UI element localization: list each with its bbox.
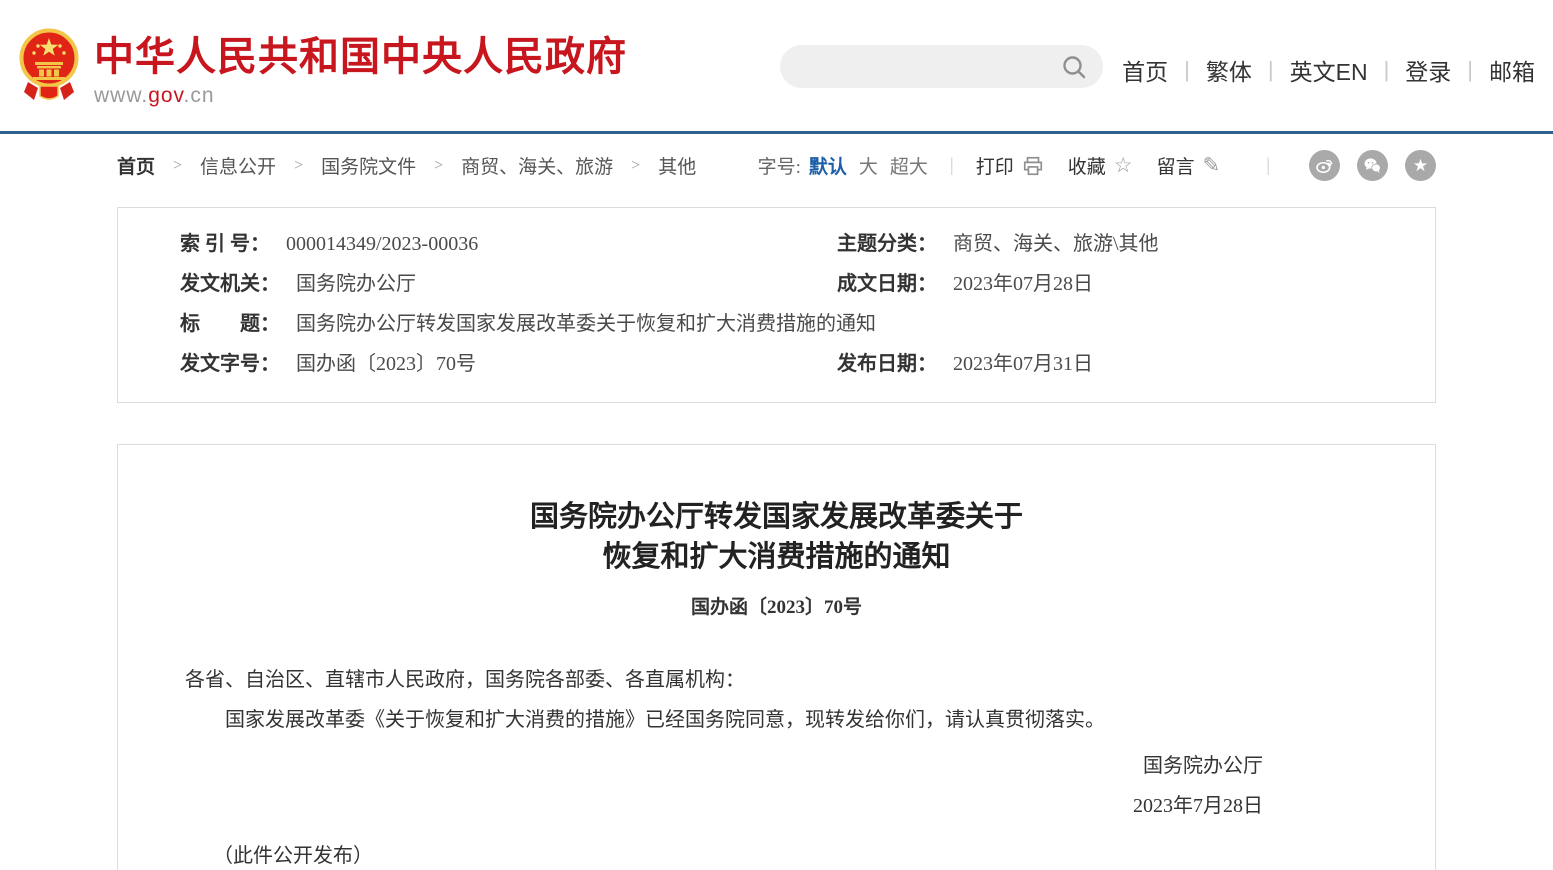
breadcrumb-info-disclosure[interactable]: 信息公开: [200, 152, 276, 179]
document-signer: 国务院办公厅: [118, 746, 1263, 786]
weibo-share-button[interactable]: [1309, 150, 1340, 181]
nav-home[interactable]: 首页: [1120, 53, 1170, 87]
site-url-www: www.: [94, 84, 148, 107]
comment-button[interactable]: 留言 ✎: [1157, 152, 1221, 179]
meta-date-written-row: 成文日期： 2023年07月28日: [837, 264, 1395, 304]
favorite-button[interactable]: 收藏 ☆: [1068, 152, 1133, 179]
font-size-default-button[interactable]: 默认: [809, 152, 847, 179]
site-header: 中华人民共和国中央人民政府 www.gov.cn 首页 | 繁体 | 英文EN …: [0, 0, 1553, 131]
page-toolbar: 字号: 默认 大 超大 | 打印 收藏 ☆ 留言 ✎ |: [758, 150, 1436, 181]
nav-separator: |: [1467, 57, 1473, 83]
nav-traditional[interactable]: 繁体: [1204, 53, 1254, 87]
breadcrumb-other[interactable]: 其他: [658, 152, 696, 179]
search-icon[interactable]: [1061, 54, 1087, 80]
nav-separator: |: [1268, 57, 1274, 83]
document-title-line2: 恢复和扩大消费措施的通知: [118, 537, 1435, 577]
site-url-gov: gov: [148, 84, 183, 107]
document-footnote: （此件公开发布）: [118, 839, 1435, 868]
search-box: [780, 45, 1103, 88]
document-title-line1: 国务院办公厅转发国家发展改革委关于: [118, 497, 1435, 537]
meta-agency-label: 发文机关：: [180, 264, 280, 304]
site-url-cn: .cn: [184, 84, 215, 107]
comment-label: 留言: [1157, 152, 1195, 179]
meta-title-label: 标 题：: [180, 304, 280, 344]
meta-agency-row: 发文机关： 国务院办公厅: [180, 264, 837, 304]
meta-date-written-value: 2023年07月28日: [953, 264, 1093, 304]
star-icon: ☆: [1114, 155, 1133, 176]
toolbar-separator: |: [950, 155, 954, 177]
favorite-label: 收藏: [1068, 152, 1106, 179]
breadcrumb-state-council-docs[interactable]: 国务院文件: [321, 152, 416, 179]
nav-mail[interactable]: 邮箱: [1487, 53, 1537, 87]
share-star-icon: ★: [1413, 157, 1428, 174]
meta-title-value: 国务院办公厅转发国家发展改革委关于恢复和扩大消费措施的通知: [296, 304, 876, 344]
nav-english[interactable]: 英文EN: [1288, 53, 1370, 87]
meta-index-row: 索 引 号： 000014349/2023-00036: [180, 224, 837, 264]
printer-icon: [1022, 155, 1044, 177]
meta-index-label: 索 引 号：: [180, 224, 270, 264]
wechat-icon: [1363, 156, 1382, 175]
breadcrumb-toolbar-row: 首页 > 信息公开 > 国务院文件 > 商贸、海关、旅游 > 其他 字号: 默认…: [117, 134, 1436, 197]
document-content-box: 国务院办公厅转发国家发展改革委关于 恢复和扩大消费措施的通知 国办函〔2023〕…: [117, 444, 1436, 870]
site-url: www.gov.cn: [94, 84, 627, 108]
document-body-paragraph: 国家发展改革委《关于恢复和扩大消费的措施》已经国务院同意，现转发给你们，请认真贯…: [118, 706, 1435, 735]
nav-login[interactable]: 登录: [1403, 53, 1453, 87]
site-title: 中华人民共和国中央人民政府: [94, 36, 627, 78]
meta-date-published-value: 2023年07月31日: [953, 344, 1093, 384]
print-button[interactable]: 打印: [976, 152, 1044, 179]
meta-date-published-row: 发布日期： 2023年07月31日: [837, 344, 1395, 384]
favorite-share-button[interactable]: ★: [1405, 150, 1436, 181]
meta-doc-no-value: 国办函〔2023〕70号: [296, 344, 476, 384]
national-emblem-icon: [18, 24, 80, 108]
wechat-share-button[interactable]: [1357, 150, 1388, 181]
meta-date-published-label: 发布日期：: [837, 344, 937, 384]
breadcrumb-separator: >: [631, 157, 640, 175]
font-size-xlarge-button[interactable]: 超大: [890, 152, 928, 179]
breadcrumb: 首页 > 信息公开 > 国务院文件 > 商贸、海关、旅游 > 其他: [117, 152, 696, 179]
document-salutation: 各省、自治区、直辖市人民政府，国务院各部委、各直属机构：: [118, 666, 1435, 695]
meta-doc-no-row: 发文字号： 国办函〔2023〕70号: [180, 344, 837, 384]
top-nav: 首页 | 繁体 | 英文EN | 登录 | 邮箱: [1120, 53, 1537, 87]
breadcrumb-home[interactable]: 首页: [117, 152, 155, 179]
meta-category-row: 主题分类： 商贸、海关、旅游\其他: [837, 224, 1395, 264]
search-input[interactable]: [780, 45, 1061, 88]
meta-doc-no-label: 发文字号：: [180, 344, 280, 384]
site-logo[interactable]: 中华人民共和国中央人民政府 www.gov.cn: [18, 24, 627, 108]
font-size-label: 字号:: [758, 152, 801, 179]
pencil-icon: ✎: [1203, 155, 1221, 176]
meta-index-value: 000014349/2023-00036: [286, 224, 478, 264]
document-number: 国办函〔2023〕70号: [118, 592, 1435, 619]
toolbar-separator: |: [1266, 155, 1270, 177]
meta-title-row: 标 题： 国务院办公厅转发国家发展改革委关于恢复和扩大消费措施的通知: [180, 304, 1395, 344]
weibo-icon: [1315, 156, 1334, 175]
document-sign-date: 2023年7月28日: [118, 786, 1263, 826]
font-size-large-button[interactable]: 大: [859, 152, 878, 179]
meta-date-written-label: 成文日期：: [837, 264, 937, 304]
nav-separator: |: [1184, 57, 1190, 83]
share-icons: ★: [1292, 150, 1436, 181]
meta-category-label: 主题分类：: [837, 224, 937, 264]
meta-grid: 索 引 号： 000014349/2023-00036 主题分类： 商贸、海关、…: [180, 224, 1395, 384]
document-signature: 国务院办公厅 2023年7月28日: [118, 746, 1435, 826]
nav-separator: |: [1384, 57, 1390, 83]
logo-text: 中华人民共和国中央人民政府 www.gov.cn: [94, 24, 627, 108]
breadcrumb-commerce-customs-tourism[interactable]: 商贸、海关、旅游: [461, 152, 613, 179]
breadcrumb-separator: >: [434, 157, 443, 175]
print-label: 打印: [976, 152, 1014, 179]
breadcrumb-separator: >: [173, 157, 182, 175]
breadcrumb-separator: >: [294, 157, 303, 175]
document-meta-box: 索 引 号： 000014349/2023-00036 主题分类： 商贸、海关、…: [117, 207, 1436, 403]
meta-category-value: 商贸、海关、旅游\其他: [953, 224, 1159, 264]
meta-agency-value: 国务院办公厅: [296, 264, 416, 304]
